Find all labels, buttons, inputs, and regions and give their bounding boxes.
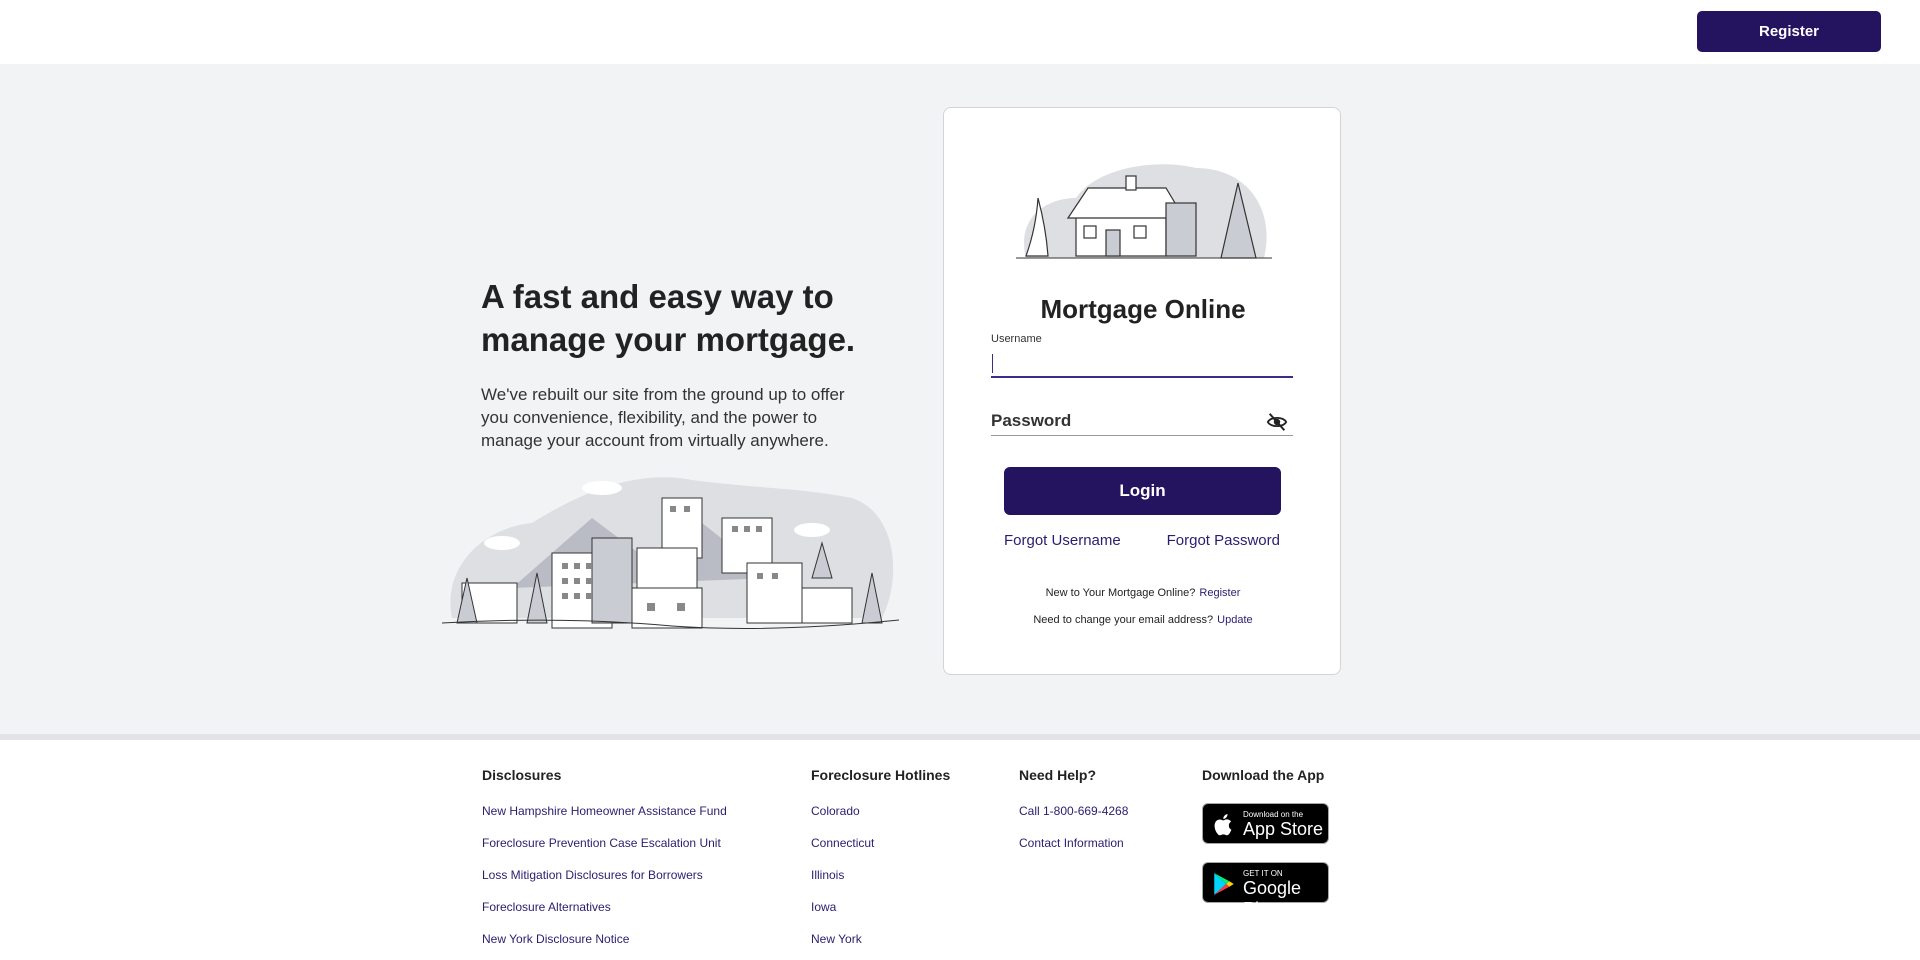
footer-link[interactable]: New York Disclosure Notice (482, 931, 727, 960)
card-register-link[interactable]: Register (1199, 587, 1240, 599)
update-email-text: Need to change your email address? (1033, 614, 1214, 626)
app-store-small-text: Download on the (1243, 810, 1304, 819)
help-heading: Need Help? (1019, 767, 1097, 783)
hero-headline: A fast and easy way to manage your mortg… (481, 278, 856, 358)
update-email-line: Need to change your email address? Update (944, 614, 1342, 626)
forgot-username-link[interactable]: Forgot Username (1004, 532, 1121, 549)
login-button[interactable]: Login (1004, 467, 1281, 515)
footer-link[interactable]: Colorado (811, 803, 950, 835)
forgot-password-link[interactable]: Forgot Password (1167, 532, 1280, 549)
username-input[interactable] (991, 351, 1293, 378)
app-heading: Download the App (1202, 767, 1325, 783)
footer-link[interactable]: Foreclosure Alternatives (482, 899, 727, 931)
footer-link[interactable]: New York (811, 931, 950, 960)
google-play-icon (1214, 873, 1234, 895)
login-card: Mortgage Online Username Password Login … (943, 107, 1341, 675)
house-illustration (1016, 164, 1272, 259)
footer: Disclosures New Hampshire Homeowner Assi… (0, 740, 1920, 960)
google-play-small-text: GET IT ON (1243, 869, 1283, 878)
username-label: Username (991, 333, 1042, 345)
footer-link[interactable]: Illinois (811, 867, 950, 899)
footer-link[interactable]: Iowa (811, 899, 950, 931)
eye-off-icon[interactable] (1265, 411, 1289, 433)
contact-link[interactable]: Contact Information (1019, 835, 1128, 867)
login-title: Mortgage Online (1040, 294, 1246, 324)
google-play-text: Google Play (1243, 878, 1302, 919)
footer-link[interactable]: Foreclosure Prevention Case Escalation U… (482, 835, 727, 867)
app-column: Download the App Download on the App Sto… (1202, 767, 1329, 921)
footer-link[interactable]: Connecticut (811, 835, 950, 867)
new-user-line: New to Your Mortgage Online? Register (944, 587, 1342, 599)
disclosures-column: Disclosures New Hampshire Homeowner Assi… (482, 767, 727, 960)
password-input[interactable] (991, 406, 1293, 436)
hotlines-heading: Foreclosure Hotlines (811, 767, 951, 783)
town-illustration (442, 477, 899, 629)
hotlines-column: Foreclosure Hotlines Colorado Connecticu… (811, 767, 950, 960)
app-store-badge[interactable]: Download on the App Store (1202, 803, 1329, 844)
register-button[interactable]: Register (1697, 11, 1881, 52)
update-email-link[interactable]: Update (1217, 614, 1252, 626)
hero-subtext: We've rebuilt our site from the ground u… (481, 385, 845, 450)
disclosures-heading: Disclosures (482, 767, 562, 783)
call-link[interactable]: Call 1-800-669-4268 (1019, 803, 1128, 835)
text-cursor (992, 354, 993, 373)
footer-link[interactable]: New Hampshire Homeowner Assistance Fund (482, 803, 727, 835)
top-bar: Register (0, 0, 1920, 64)
help-column: Need Help? Call 1-800-669-4268 Contact I… (1019, 767, 1128, 867)
apple-icon (1214, 814, 1232, 836)
google-play-badge[interactable]: GET IT ON Google Play (1202, 862, 1329, 919)
app-store-text: App Store (1243, 819, 1324, 839)
footer-link[interactable]: Loss Mitigation Disclosures for Borrower… (482, 867, 727, 899)
new-user-text: New to Your Mortgage Online? (1045, 587, 1196, 599)
